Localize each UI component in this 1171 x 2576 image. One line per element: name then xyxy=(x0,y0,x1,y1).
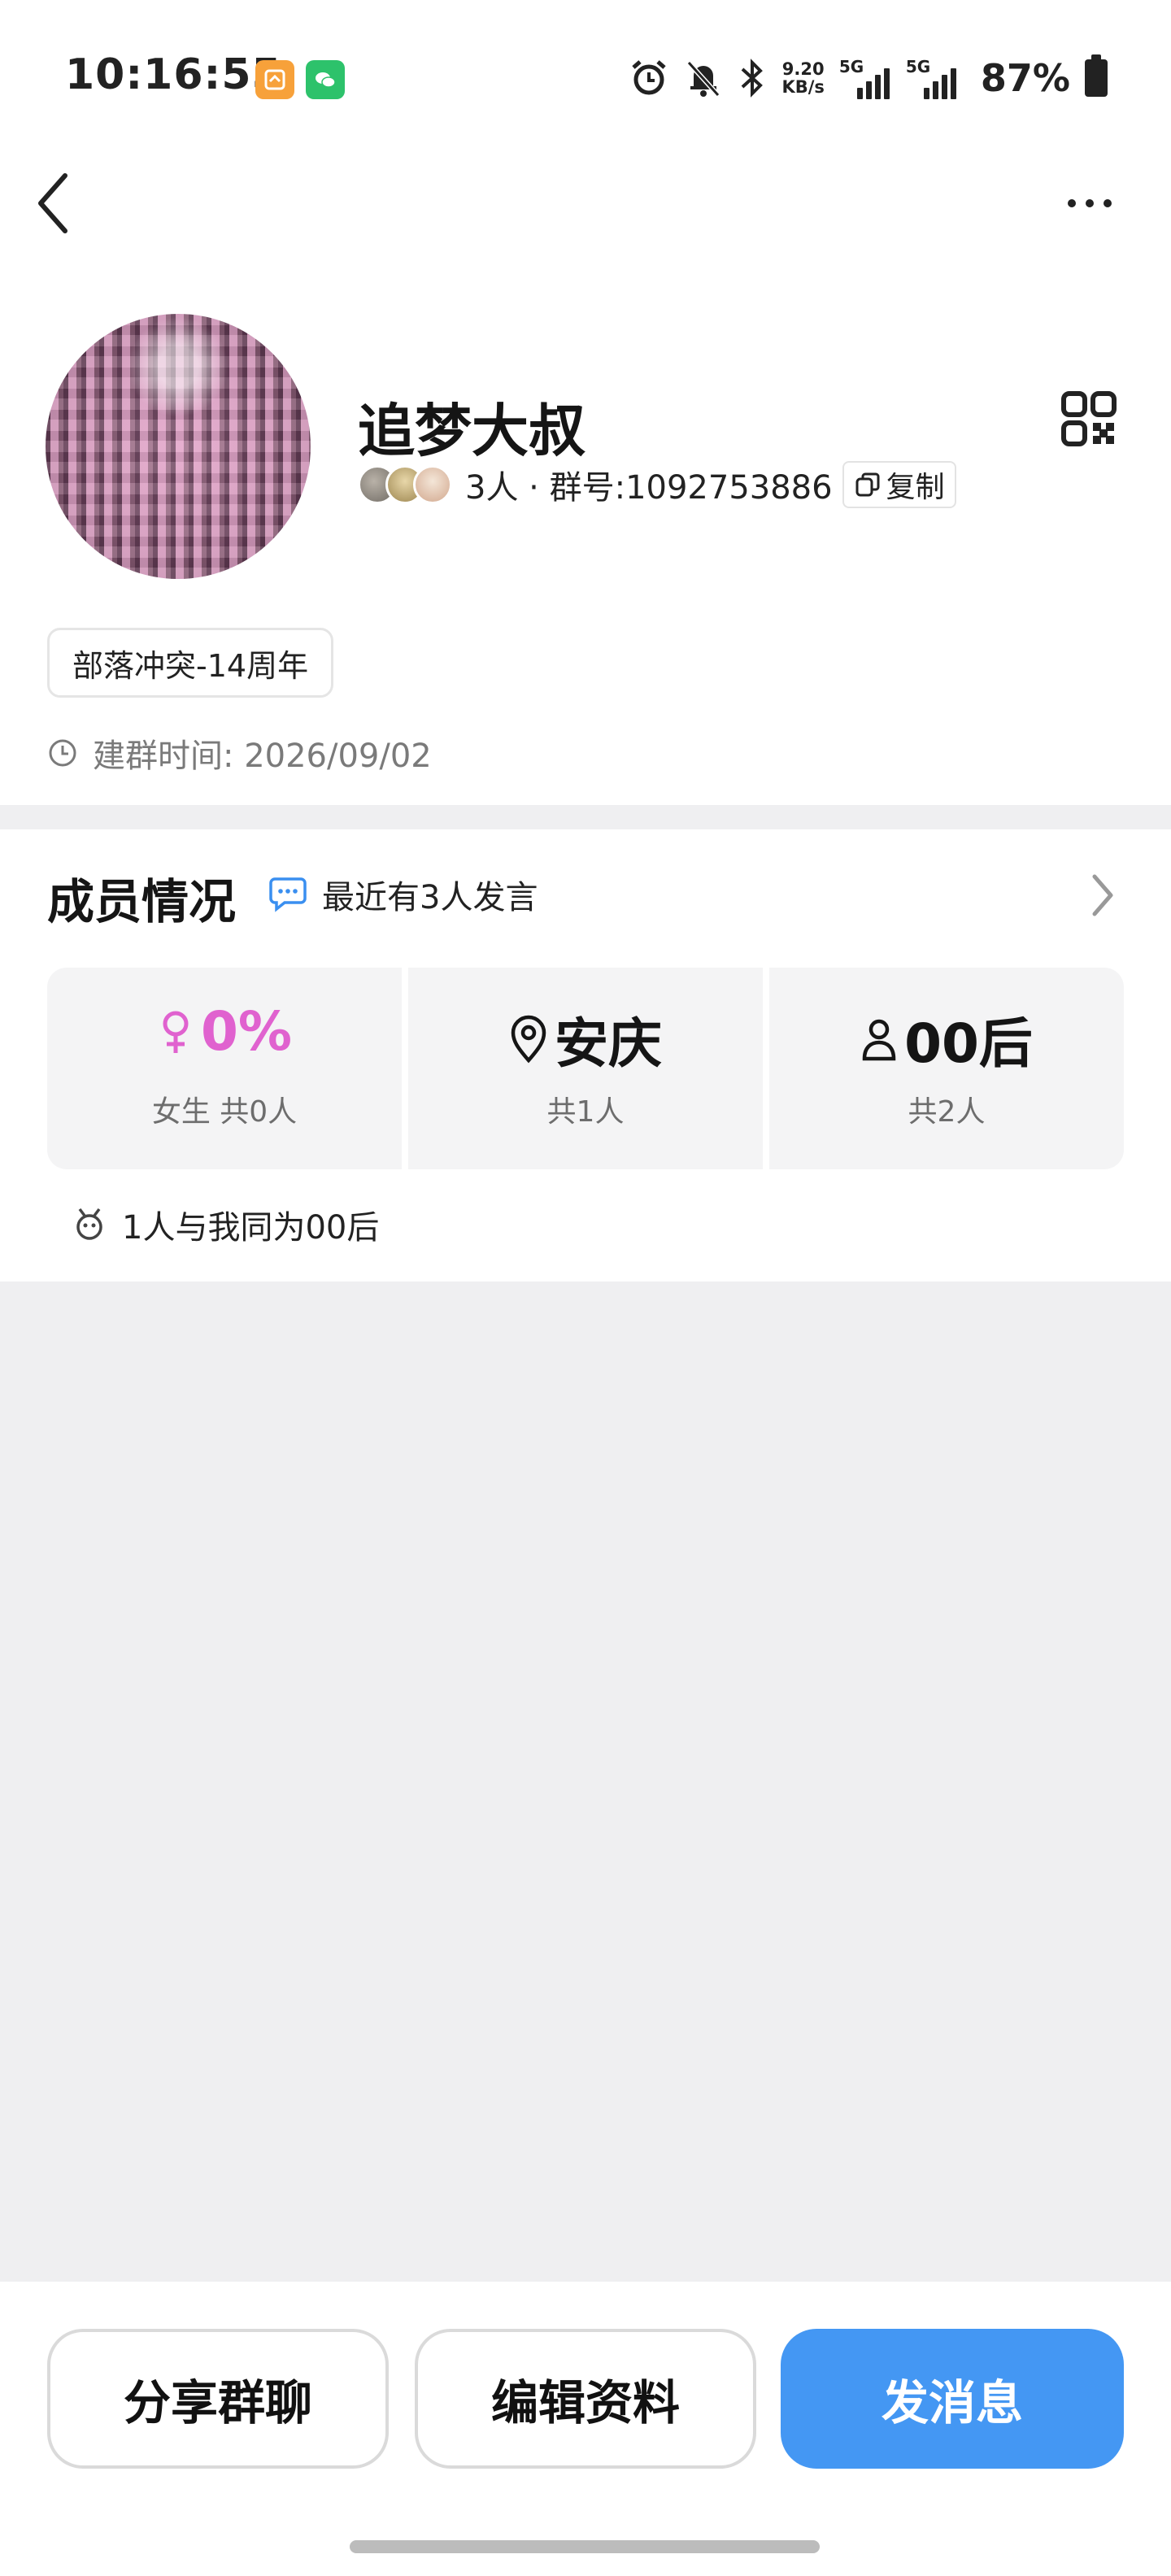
group-avatar[interactable] xyxy=(46,314,311,579)
member-row: 3人 · 群号:1092753886 复制 xyxy=(358,460,956,509)
qr-code-icon xyxy=(1061,391,1117,446)
stat-value: 0% xyxy=(47,1000,402,1063)
location-pin-icon xyxy=(511,1015,546,1064)
clock-icon xyxy=(49,739,76,767)
signal-2: 5G xyxy=(906,57,966,99)
recent-speakers[interactable]: 最近有3人发言 xyxy=(268,872,538,917)
more-icon xyxy=(1068,199,1076,207)
more-button[interactable] xyxy=(1057,179,1122,228)
copy-icon xyxy=(855,472,880,497)
stat-location[interactable]: 安庆 共1人 xyxy=(408,968,763,1169)
signal-1: 5G xyxy=(839,57,891,99)
members-detail-button[interactable] xyxy=(1082,867,1122,924)
home-indicator[interactable] xyxy=(350,2540,820,2553)
stat-age[interactable]: 00后 共2人 xyxy=(769,968,1124,1169)
stat-sub: 共1人 xyxy=(546,1095,625,1129)
send-message-button[interactable]: 发消息 xyxy=(781,2329,1124,2469)
chevron-right-icon xyxy=(1092,874,1113,916)
female-icon xyxy=(163,1011,189,1053)
status-icons: 9.20 KB/s 5G 5G 87% xyxy=(629,52,1108,104)
alarm-icon xyxy=(632,60,667,95)
person-icon xyxy=(862,1019,896,1061)
recent-speakers-text: 最近有3人发言 xyxy=(322,879,538,916)
status-time: 10:16:55 xyxy=(65,50,282,99)
member-count-and-group-id: 3人 · 群号:1092753886 xyxy=(465,469,833,507)
zodiac-icon xyxy=(76,1208,102,1240)
stat-sub: 女生 共0人 xyxy=(151,1095,298,1129)
mute-bell-icon xyxy=(687,60,720,98)
back-button[interactable] xyxy=(29,163,78,244)
copy-group-id-button[interactable]: 复制 xyxy=(842,461,956,508)
member-stats: 0% 女生 共0人 安庆 共1人 00后 共2人 xyxy=(47,968,1124,1169)
same-age-text: 1人与我同为00后 xyxy=(122,1209,380,1247)
network-speed: 9.20 KB/s xyxy=(781,59,825,97)
wechat-icon xyxy=(306,60,345,99)
battery-percent: 87% xyxy=(980,56,1070,100)
edit-profile-button[interactable]: 编辑资料 xyxy=(415,2329,756,2469)
back-icon xyxy=(38,173,67,233)
created-date-text: 建群时间: 2026/09/02 xyxy=(93,738,432,775)
bluetooth-icon xyxy=(742,59,764,98)
chat-bubble-icon xyxy=(269,877,307,912)
group-name: 追梦大叔 xyxy=(358,398,586,464)
share-group-button[interactable]: 分享群聊 xyxy=(47,2329,389,2469)
notification-app-icon xyxy=(255,60,294,99)
stat-value: 00后 xyxy=(769,1000,1124,1078)
stat-value: 安庆 xyxy=(408,1000,763,1078)
copy-label: 复制 xyxy=(886,471,945,504)
member-avatars[interactable] xyxy=(358,463,454,507)
members-title: 成员情况 xyxy=(47,874,237,929)
battery-icon xyxy=(1085,54,1108,97)
same-age-note: 1人与我同为00后 xyxy=(73,1200,379,1249)
group-tag[interactable]: 部落冲突-14周年 xyxy=(47,628,334,698)
status-bar: 10:16:55 9.20 KB/s 5G 5G 87% xyxy=(0,0,1171,154)
stat-sub: 共2人 xyxy=(908,1095,986,1129)
stat-female[interactable]: 0% 女生 共0人 xyxy=(47,968,402,1169)
created-date: 建群时间: 2026/09/02 xyxy=(47,729,432,777)
member-avatar xyxy=(413,465,452,504)
qr-code-button[interactable] xyxy=(1060,390,1117,447)
